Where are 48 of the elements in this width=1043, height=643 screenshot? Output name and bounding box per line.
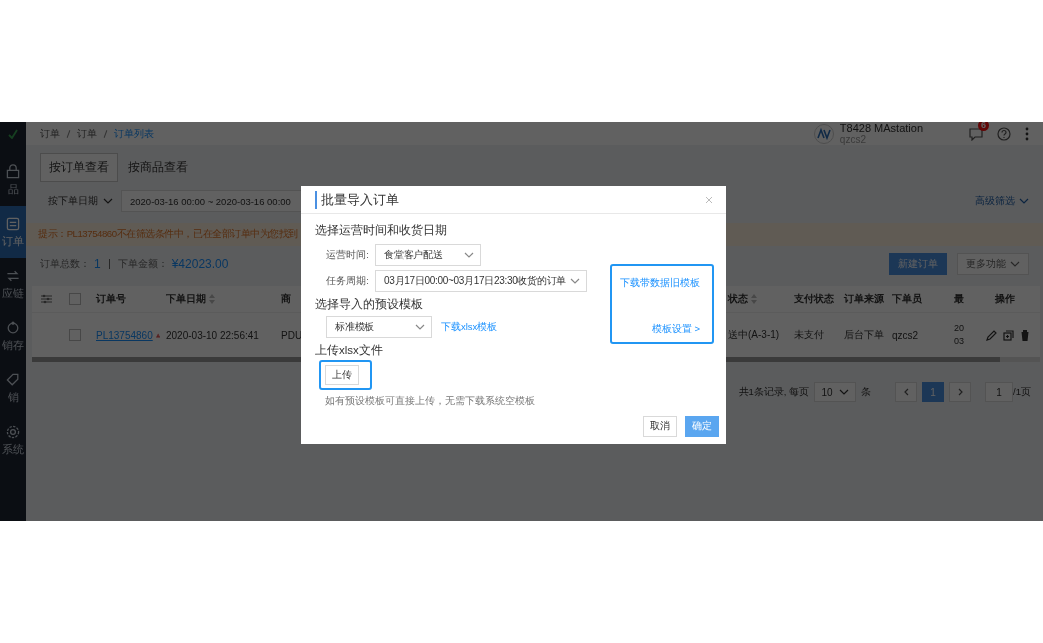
template-select[interactable]: 标准模板 <box>326 316 432 338</box>
table-cell: 20 03 <box>954 322 964 348</box>
field-label: 任务周期: <box>325 274 369 288</box>
page-size-select[interactable]: 10 <box>814 382 857 402</box>
dialog-title: 批量导入订单 <box>315 190 399 209</box>
table-cell: 送中(A-3-1) <box>728 328 780 342</box>
page-jump-field[interactable]: 1 <box>985 382 1014 402</box>
column-header: 状态 <box>728 292 757 306</box>
table-cell: PDU <box>281 329 303 341</box>
column-header: 最 <box>954 292 964 306</box>
cancel-button[interactable]: 取消 <box>643 416 677 437</box>
section-title: 上传xlsx文件 <box>315 342 384 358</box>
confirm-button[interactable]: 确定 <box>685 416 719 437</box>
field-label: 运营时间: <box>325 248 369 262</box>
view-tab[interactable]: 按订单查看 <box>40 153 118 182</box>
order-number-link[interactable]: PL13754860 <box>96 329 153 341</box>
column-header: 订单来源 <box>844 292 884 306</box>
download-old-template-link[interactable]: 下载带数据旧模板 <box>620 277 700 290</box>
column-header: 操作 <box>995 292 1015 306</box>
field-select[interactable]: 03月17日00:00~03月17日23:30收货的订单 <box>375 270 587 292</box>
table-cell: 未支付 <box>794 328 824 342</box>
view-tab[interactable]: 按商品查看 <box>120 153 196 182</box>
column-header: 支付状态 <box>794 292 834 306</box>
section-title: 选择运营时间和收货日期 <box>315 222 448 238</box>
order-amount: ¥42023.00 <box>171 257 229 271</box>
table-cell: 2020-03-10 22:56:41 <box>166 329 259 341</box>
column-header: 订单号 <box>96 292 126 306</box>
column-header: 下单日期 <box>166 292 215 306</box>
section-title: 选择导入的预设模板 <box>315 296 424 312</box>
page-count: /1页 <box>1013 385 1031 399</box>
total-records: 共1条记录, 每页 <box>738 385 810 399</box>
sidebar-item[interactable]: 订单 <box>0 206 26 258</box>
order-count: 1 <box>94 257 101 271</box>
template-settings-link[interactable]: 模板设置 > <box>651 323 700 336</box>
field-select[interactable]: 食堂客户配送 <box>375 244 481 266</box>
advanced-filter-link[interactable]: 高级筛选 <box>975 194 1029 208</box>
table-cell: 后台下单 <box>844 328 884 342</box>
account-name: T8428 MAstation <box>839 122 923 134</box>
notification-badge: 6 <box>978 122 989 131</box>
column-header: 商 <box>281 292 291 306</box>
table-cell: qzcs2 <box>892 329 919 341</box>
breadcrumb-item[interactable]: 订单列表 <box>114 126 154 141</box>
page-button[interactable]: 1 <box>922 382 945 402</box>
column-header: 下单员 <box>892 292 922 306</box>
page-size-unit: 条 <box>861 385 872 399</box>
upload-button[interactable]: 上传 <box>325 365 359 385</box>
hint-text: 如有预设模板可直接上传，无需下载系统空模板 <box>324 394 536 408</box>
download-template-link[interactable]: 下载xlsx模板 <box>441 320 498 334</box>
